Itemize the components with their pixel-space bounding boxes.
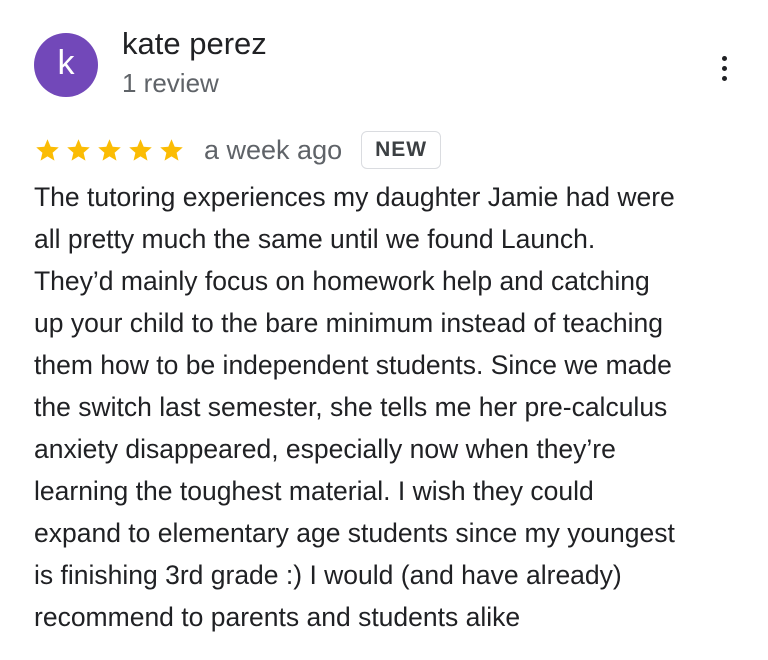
more-options-button[interactable] — [705, 48, 743, 88]
star-icon — [67, 138, 90, 161]
review-date: a week ago — [204, 134, 343, 165]
review-meta: a week ago NEW — [34, 128, 442, 172]
review-text-line: all pretty much the same until we found … — [34, 224, 596, 254]
star-rating — [34, 137, 185, 164]
avatar-initial: k — [57, 44, 75, 82]
review-count[interactable]: 1 review — [122, 68, 219, 99]
review-text-line: learning the toughest material. I wish t… — [34, 476, 594, 506]
review-text-line: up your child to the bare minimum instea… — [34, 308, 663, 338]
avatar[interactable]: k — [34, 33, 98, 97]
star-icon — [36, 138, 59, 161]
new-badge: NEW — [361, 131, 442, 169]
review-text: The tutoring experiences my daughter Jam… — [34, 176, 746, 638]
review-text-line: them how to be independent students. Sin… — [34, 350, 672, 380]
review-card: k kate perez 1 review a week ago NEW The… — [0, 0, 768, 660]
review-text-line: recommend to parents and students alike — [34, 602, 521, 632]
author-name[interactable]: kate perez — [122, 26, 267, 62]
review-text-line: the switch last semester, she tells me h… — [34, 392, 668, 422]
review-text-line: The tutoring experiences my daughter Jam… — [34, 182, 675, 212]
star-icon — [160, 138, 183, 161]
review-text-line: anxiety disappeared, especially now when… — [34, 434, 616, 464]
star-icon — [98, 138, 121, 161]
review-text-line: expand to elementary age students since … — [34, 518, 675, 548]
more-vertical-icon — [721, 55, 727, 81]
star-icon — [129, 138, 152, 161]
review-text-line: is finishing 3rd grade :) I would (and h… — [34, 560, 622, 590]
review-text-line: They’d mainly focus on homework help and… — [34, 266, 650, 296]
